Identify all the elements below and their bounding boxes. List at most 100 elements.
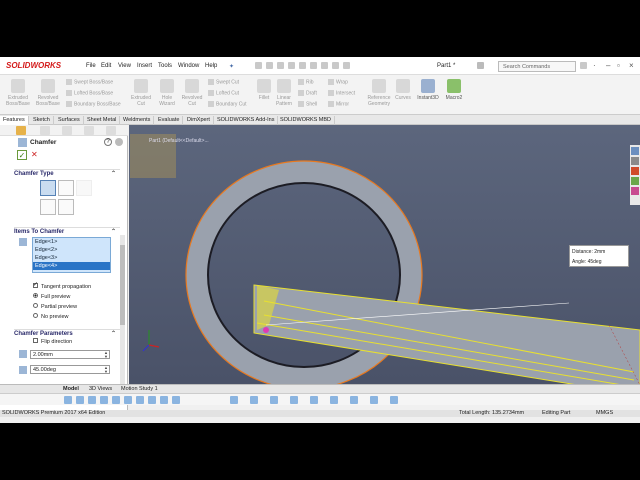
- shell-button[interactable]: Shell: [298, 101, 317, 107]
- view-settings-icon[interactable]: [172, 396, 180, 404]
- tab-surfaces[interactable]: Surfaces: [55, 116, 84, 125]
- face-face-button[interactable]: [58, 199, 74, 215]
- tab-addins[interactable]: SOLIDWORKS Add-Ins: [214, 116, 279, 125]
- hide-show-icon[interactable]: [136, 396, 144, 404]
- options-icon[interactable]: [343, 62, 350, 69]
- search-commands-input[interactable]: Search Commands: [498, 61, 576, 72]
- previous-view-icon[interactable]: [88, 396, 96, 404]
- menu-file[interactable]: File: [86, 63, 96, 69]
- home-pane-icon[interactable]: [631, 147, 639, 155]
- list-item[interactable]: Edge<4>: [33, 262, 110, 270]
- rib-button[interactable]: Rib: [298, 79, 314, 85]
- print-icon[interactable]: [299, 62, 306, 69]
- restore-icon[interactable]: ▫: [617, 61, 620, 70]
- line-icon[interactable]: [270, 396, 278, 404]
- callout-distance-row[interactable]: Distance: 2mm: [572, 247, 626, 257]
- scene-icon[interactable]: [160, 396, 168, 404]
- sketch-icon[interactable]: [230, 396, 238, 404]
- angle-distance-button[interactable]: [40, 180, 56, 196]
- chamfer-parameters-section[interactable]: Chamfer Parameters ⌃: [14, 329, 120, 337]
- smart-dimension-icon[interactable]: [250, 396, 258, 404]
- revolved-cut-button[interactable]: Revolved Cut: [180, 79, 204, 107]
- edit-appearance-icon[interactable]: [148, 396, 156, 404]
- wrap-button[interactable]: Wrap: [328, 79, 348, 85]
- macro-button[interactable]: Macro2: [444, 79, 464, 101]
- distance-distance-button[interactable]: [58, 180, 74, 196]
- full-preview-radio[interactable]: Full preview: [33, 293, 70, 300]
- appearances-icon[interactable]: [631, 187, 639, 195]
- circle-icon[interactable]: [290, 396, 298, 404]
- home-icon[interactable]: [255, 62, 262, 69]
- partial-preview-radio[interactable]: Partial preview: [33, 303, 77, 310]
- open-icon[interactable]: [277, 62, 284, 69]
- units-button[interactable]: MMGS: [596, 410, 613, 416]
- offset-face-button[interactable]: [40, 199, 56, 215]
- list-item[interactable]: Edge<2>: [33, 246, 110, 254]
- chamfer-type-section[interactable]: Chamfer Type ⌃: [14, 169, 120, 177]
- tab-motion-study[interactable]: Motion Study 1: [118, 386, 161, 392]
- menu-help[interactable]: Help: [205, 63, 217, 69]
- file-explorer-icon[interactable]: [631, 177, 639, 185]
- items-section[interactable]: Items To Chamfer ⌃: [14, 227, 120, 235]
- vertex-button[interactable]: [76, 180, 92, 196]
- distance-field[interactable]: 2.00mm ▲ ▼: [30, 350, 110, 359]
- list-item[interactable]: Edge<3>: [33, 254, 110, 262]
- collapse-icon[interactable]: ⌃: [111, 330, 116, 337]
- chamfer-callout[interactable]: Distance: 2mm Angle: 45deg: [569, 245, 629, 267]
- detailed-preview-icon[interactable]: [115, 138, 123, 146]
- no-preview-radio[interactable]: No preview: [33, 313, 69, 320]
- tab-evaluate[interactable]: Evaluate: [155, 116, 184, 125]
- tab-dimxpert[interactable]: DimXpert: [184, 116, 214, 125]
- property-manager-tab[interactable]: [40, 126, 50, 135]
- graphics-area[interactable]: Part1 (Default<<Default>... Distance: 2m…: [129, 125, 640, 384]
- select-icon[interactable]: [321, 62, 328, 69]
- pin-icon[interactable]: ✦: [229, 63, 234, 70]
- undo-icon[interactable]: [310, 62, 317, 69]
- rectangle-icon[interactable]: [330, 396, 338, 404]
- hole-wizard-button[interactable]: Hole Wizard: [155, 79, 179, 107]
- menu-tools[interactable]: Tools: [158, 63, 172, 69]
- tab-weldments[interactable]: Weldments: [120, 116, 155, 125]
- user-icon[interactable]: ·: [593, 61, 596, 70]
- callout-angle-row[interactable]: Angle: 45deg: [572, 257, 626, 267]
- edge-list[interactable]: Edge<1> Edge<2> Edge<3> Edge<4>: [32, 237, 111, 273]
- revolved-boss-button[interactable]: Revolved Boss/Base: [34, 79, 62, 107]
- zoom-fit-icon[interactable]: [64, 396, 72, 404]
- new-icon[interactable]: [266, 62, 273, 69]
- pm-scrollbar[interactable]: [120, 235, 125, 405]
- display-style-icon[interactable]: [124, 396, 132, 404]
- linear-pattern-button[interactable]: Linear Pattern: [273, 79, 295, 107]
- intersect-button[interactable]: Intersect: [328, 90, 355, 96]
- collapse-icon[interactable]: ⌃: [111, 228, 116, 235]
- configuration-tab[interactable]: [62, 126, 72, 135]
- resources-icon[interactable]: [631, 157, 639, 165]
- collapse-icon[interactable]: ⌃: [111, 170, 116, 177]
- scroll-thumb[interactable]: [120, 245, 125, 325]
- rebuild-icon[interactable]: [332, 62, 339, 69]
- design-library-icon[interactable]: [631, 167, 639, 175]
- zoom-area-icon[interactable]: [76, 396, 84, 404]
- checkbox[interactable]: [33, 338, 38, 344]
- search-mode-icon[interactable]: [477, 62, 484, 69]
- feature-tree-tab[interactable]: [16, 126, 26, 135]
- tab-sheet-metal[interactable]: Sheet Metal: [84, 116, 121, 125]
- save-icon[interactable]: [288, 62, 295, 69]
- cancel-button[interactable]: ✕: [31, 150, 38, 159]
- relations-icon[interactable]: [390, 396, 398, 404]
- swept-cut-button[interactable]: Swept Cut: [208, 79, 239, 85]
- flip-direction-checkbox[interactable]: Flip direction: [33, 338, 72, 345]
- ok-button[interactable]: ✓: [17, 150, 27, 160]
- fillet-button[interactable]: Fillet: [255, 79, 273, 101]
- view-orientation-icon[interactable]: [112, 396, 120, 404]
- tab-3d-views[interactable]: 3D Views: [86, 386, 115, 392]
- spinner-icon[interactable]: ▲ ▼: [104, 351, 108, 359]
- display-manager-tab[interactable]: [106, 126, 116, 135]
- mirror-button[interactable]: Mirror: [328, 101, 349, 107]
- tab-model[interactable]: Model: [60, 386, 82, 392]
- curves-button[interactable]: Curves: [394, 79, 412, 101]
- arc-icon[interactable]: [310, 396, 318, 404]
- instant3d-button[interactable]: Instant3D: [414, 79, 442, 101]
- trim-icon[interactable]: [350, 396, 358, 404]
- menu-window[interactable]: Window: [178, 63, 199, 69]
- model-view[interactable]: Part1 (Default<<Default>...: [129, 125, 640, 384]
